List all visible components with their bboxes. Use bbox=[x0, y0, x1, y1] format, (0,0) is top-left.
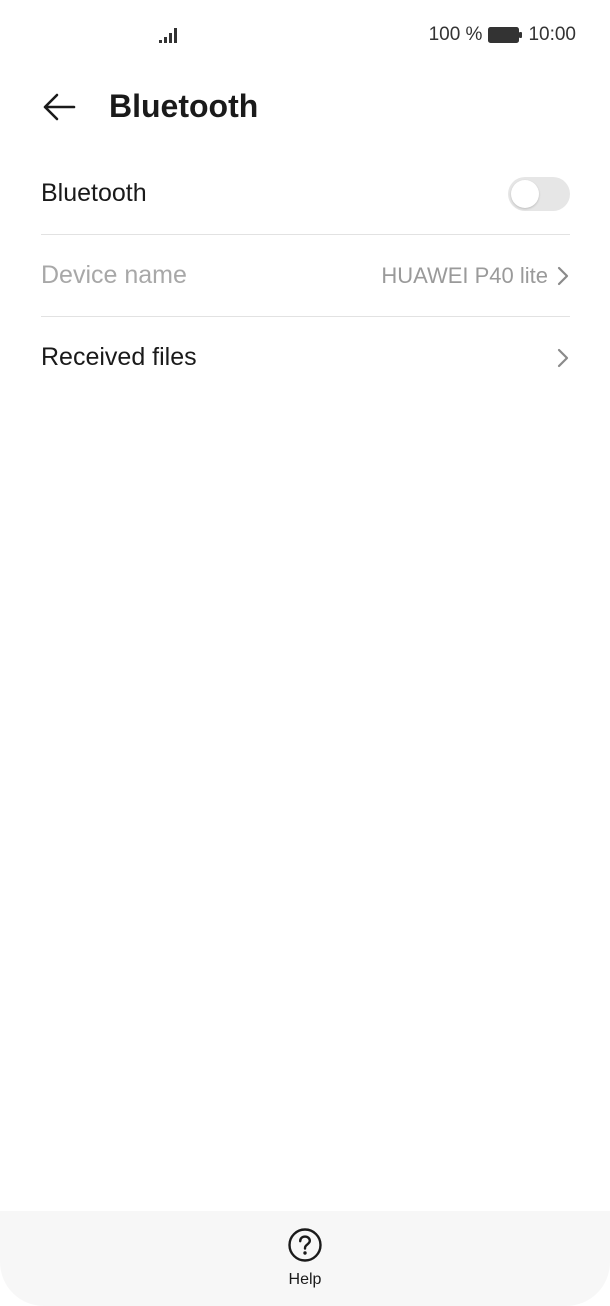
back-button[interactable] bbox=[36, 84, 82, 130]
clock: 10:00 bbox=[528, 24, 576, 45]
signal-icon bbox=[159, 28, 177, 43]
bluetooth-row[interactable]: Bluetooth bbox=[41, 153, 570, 235]
device-name-row[interactable]: Device name HUAWEI P40 lite bbox=[41, 235, 570, 317]
toggle-knob bbox=[511, 179, 539, 208]
help-icon bbox=[288, 1228, 322, 1262]
chevron-right-icon bbox=[557, 266, 569, 285]
app-header: Bluetooth bbox=[0, 70, 610, 144]
bluetooth-toggle[interactable] bbox=[508, 176, 570, 211]
back-arrow-icon bbox=[43, 93, 76, 121]
bottom-bar: Help bbox=[0, 1211, 610, 1306]
received-files-label: Received files bbox=[41, 343, 197, 371]
device-name-label: Device name bbox=[41, 261, 187, 289]
help-label: Help bbox=[288, 1271, 322, 1288]
settings-list: Bluetooth Device name HUAWEI P40 lite Re… bbox=[41, 153, 570, 398]
status-right: 100 % 10:00 bbox=[429, 22, 576, 48]
chevron-right-icon bbox=[557, 348, 569, 367]
device-name-right: HUAWEI P40 lite bbox=[381, 263, 570, 289]
received-files-row[interactable]: Received files bbox=[41, 317, 570, 398]
page-title: Bluetooth bbox=[109, 88, 259, 124]
battery-icon bbox=[488, 27, 523, 43]
device-name-value: HUAWEI P40 lite bbox=[381, 262, 548, 288]
battery-percent: 100 % bbox=[428, 24, 483, 45]
bluetooth-label: Bluetooth bbox=[41, 179, 147, 207]
help-button[interactable]: Help bbox=[265, 1227, 345, 1295]
status-bar: 100 % 10:00 bbox=[0, 0, 610, 70]
